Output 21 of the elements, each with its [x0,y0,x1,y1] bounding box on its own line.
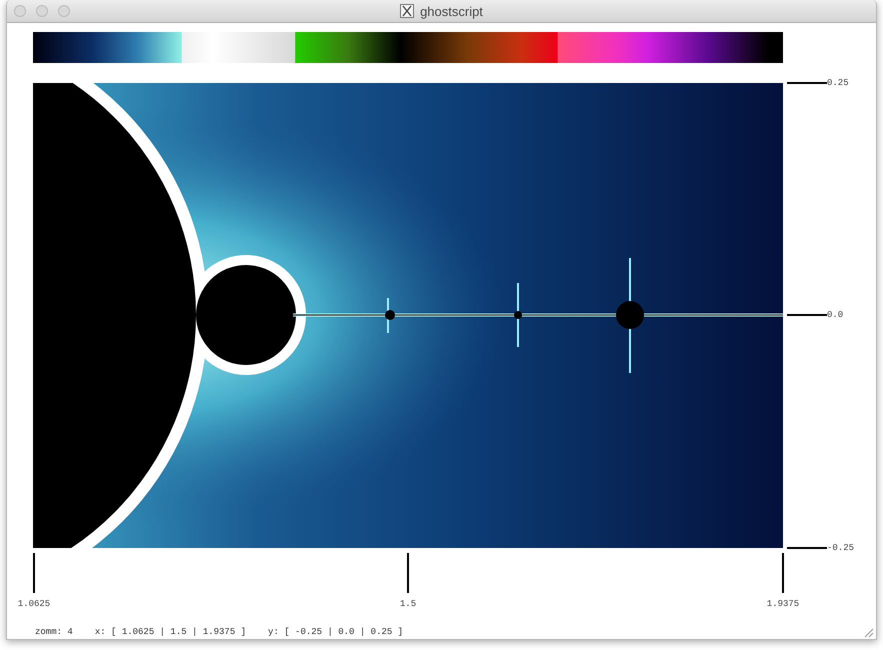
x-window-icon [400,4,414,18]
minimize-button[interactable] [36,5,48,17]
x-axis-label: 1.5 [400,599,416,609]
x-range-text: x: [ 1.0625 | 1.5 | 1.9375 ] [94,627,246,637]
tick-mark [787,314,827,316]
x-axis-label: 1.9375 [766,599,800,609]
y-axis-label: 0.25 [827,78,849,88]
tick-mark [407,553,409,593]
y-axis-label: 0.0 [827,310,844,320]
x-axis-label: 1.0625 [18,599,50,609]
tick-mark [782,553,784,593]
tick-mark [787,82,827,84]
zoom-button[interactable] [58,5,70,17]
zoom-level-text: zomm: 4 [35,627,73,637]
tick-mark [787,547,827,549]
y-range-text: y: [ -0.25 | 0.0 | 0.25 ] [268,627,404,637]
resize-grip-icon[interactable] [862,626,874,638]
window-title: ghostscript [420,4,483,18]
close-button[interactable] [14,5,26,17]
y-axis-label: -0.25 [827,543,854,553]
tick-mark [33,553,35,593]
